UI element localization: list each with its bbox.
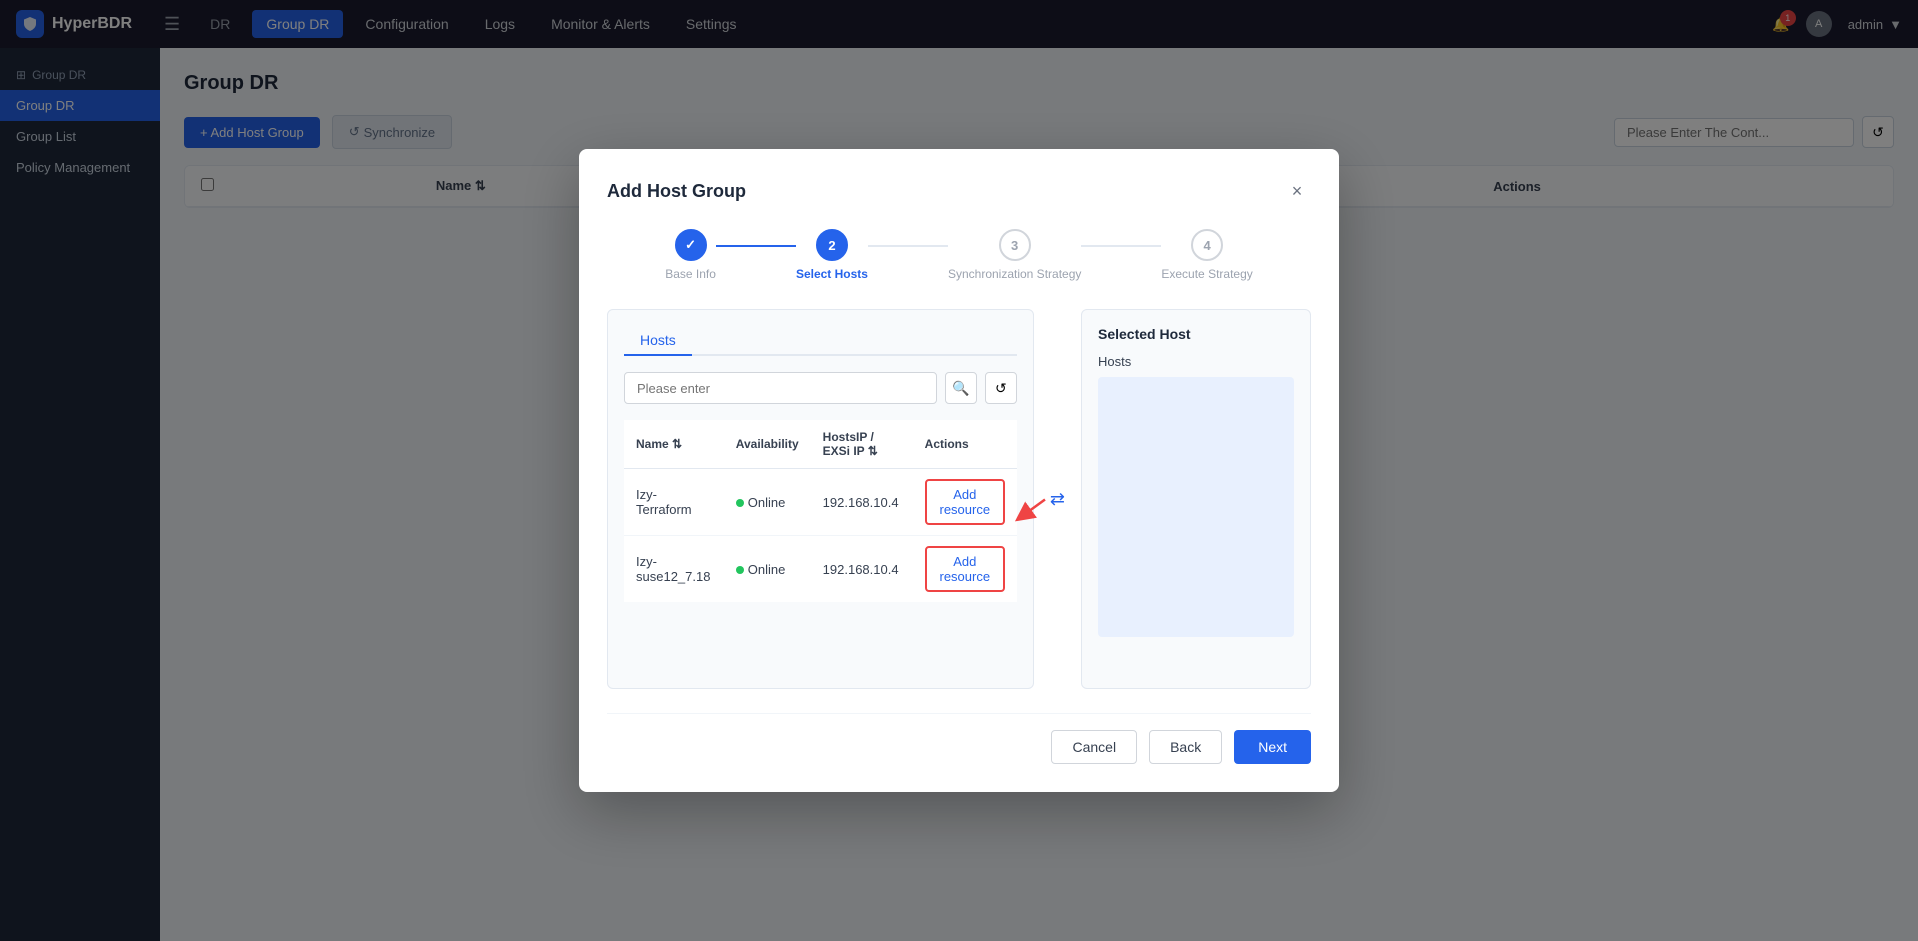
col-name: Name ⇅ [624, 420, 724, 469]
step-3-circle: 3 [999, 229, 1031, 261]
tab-hosts[interactable]: Hosts [624, 326, 692, 356]
selected-panel: Selected Host Hosts [1081, 309, 1311, 689]
step-1: ✓ Base Info [665, 229, 716, 281]
hosts-table: Name ⇅ Availability HostsIP / EXSi IP ⇅ … [624, 420, 1017, 602]
add-resource-button-2[interactable]: Add resource [931, 550, 999, 588]
add-host-group-modal: Add Host Group × ✓ Base Info 2 Select Ho… [579, 149, 1339, 792]
step-1-circle: ✓ [675, 229, 707, 261]
step-3: 3 Synchronization Strategy [948, 229, 1081, 281]
step-4: 4 Execute Strategy [1161, 229, 1252, 281]
host-availability-1: Online [724, 469, 811, 536]
stepper: ✓ Base Info 2 Select Hosts 3 Synchroniza… [607, 229, 1311, 281]
step-2-label: Select Hosts [796, 267, 868, 281]
hosts-search-button[interactable]: 🔍 [945, 372, 977, 404]
hosts-search-bar: 🔍 ↺ [624, 372, 1017, 404]
add-resource-button-1[interactable]: Add resource [931, 483, 999, 521]
step-2: 2 Select Hosts [796, 229, 868, 281]
add-resource-highlight-2: Add resource [925, 546, 1005, 592]
host-action-2: Add resource [913, 536, 1017, 603]
modal-header: Add Host Group × [607, 177, 1311, 205]
selected-content-area [1098, 377, 1294, 637]
modal-close-button[interactable]: × [1283, 177, 1311, 205]
hosts-panel: Hosts 🔍 ↺ Name ⇅ Availability [607, 309, 1034, 689]
host-ip-2: 192.168.10.4 [811, 536, 913, 603]
connector-1-2 [716, 245, 796, 247]
table-row: Izy-suse12_7.18 Online 192.168.10.4 Add … [624, 536, 1017, 603]
host-action-1: Add resource [913, 469, 1017, 536]
step-1-label: Base Info [665, 267, 716, 281]
selected-panel-title: Selected Host [1098, 326, 1294, 342]
hosts-search-input[interactable] [624, 372, 937, 404]
host-ip-1: 192.168.10.4 [811, 469, 913, 536]
transfer-icon: ⇄ [1050, 489, 1065, 510]
add-resource-highlight-1: Add resource [925, 479, 1005, 525]
modal-body: Hosts 🔍 ↺ Name ⇅ Availability [607, 309, 1311, 689]
back-button[interactable]: Back [1149, 730, 1222, 764]
status-dot-online [736, 499, 744, 507]
step-4-label: Execute Strategy [1161, 267, 1252, 281]
connector-3-4 [1081, 245, 1161, 247]
col-hostsip: HostsIP / EXSi IP ⇅ [811, 420, 913, 469]
step-2-circle: 2 [816, 229, 848, 261]
hosts-table-wrapper: Name ⇅ Availability HostsIP / EXSi IP ⇅ … [624, 420, 1017, 602]
host-name-1: Izy-Terraform [624, 469, 724, 536]
selected-section-label: Hosts [1098, 354, 1294, 369]
host-name-2: Izy-suse12_7.18 [624, 536, 724, 603]
status-dot-online [736, 566, 744, 574]
table-row: Izy-Terraform Online 192.168.10.4 Add re… [624, 469, 1017, 536]
hosts-refresh-button[interactable]: ↺ [985, 372, 1017, 404]
modal-overlay: Add Host Group × ✓ Base Info 2 Select Ho… [0, 0, 1918, 941]
hosts-tab-bar: Hosts [624, 326, 1017, 356]
col-availability: Availability [724, 420, 811, 469]
modal-title: Add Host Group [607, 181, 746, 202]
next-button[interactable]: Next [1234, 730, 1311, 764]
host-availability-2: Online [724, 536, 811, 603]
red-arrow-annotation [1015, 490, 1055, 533]
modal-footer: Cancel Back Next [607, 713, 1311, 764]
cancel-button[interactable]: Cancel [1051, 730, 1137, 764]
col-actions: Actions [913, 420, 1017, 469]
connector-2-3 [868, 245, 948, 247]
step-3-label: Synchronization Strategy [948, 267, 1081, 281]
step-4-circle: 4 [1191, 229, 1223, 261]
